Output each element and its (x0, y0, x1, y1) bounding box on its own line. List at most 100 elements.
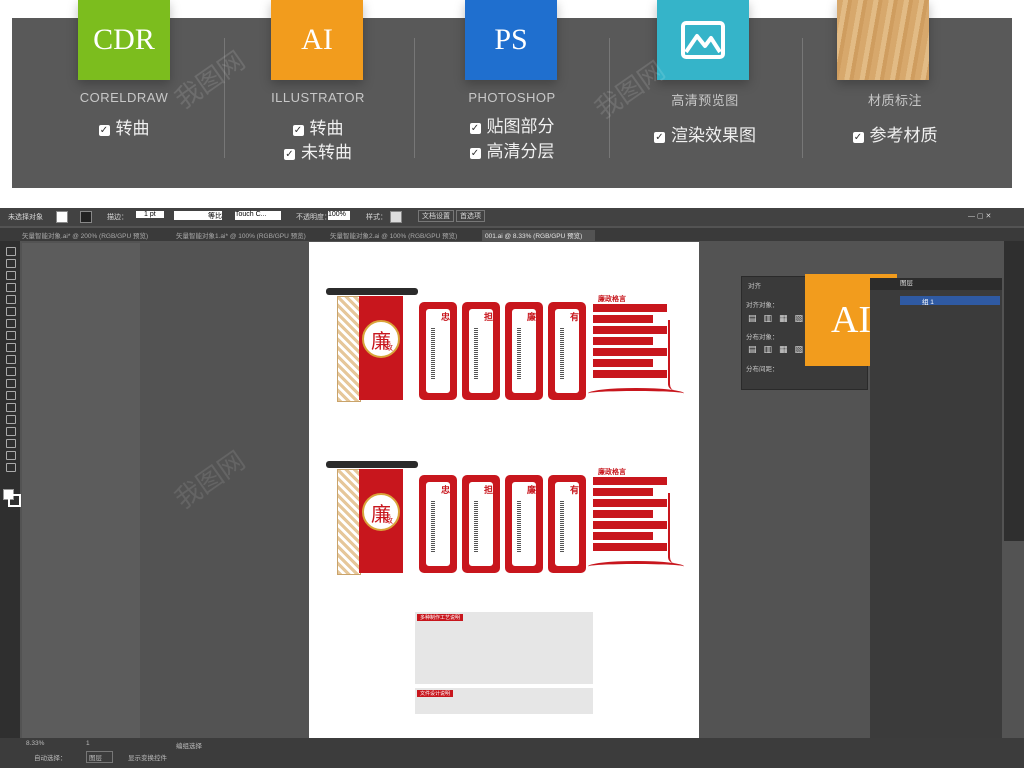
motto-bar (593, 348, 667, 356)
selection-status: 未选择对象 (8, 214, 43, 221)
format-title: 材质标注 (867, 93, 922, 108)
format-title: PHOTOSHOP (468, 90, 556, 105)
rotate-tool-icon[interactable] (6, 343, 16, 352)
frame-text-lines (517, 328, 521, 380)
preferences-button[interactable]: 首选项 (456, 210, 485, 222)
distribute-objects-label: 分布对象： (746, 334, 779, 341)
zoom-tool-icon[interactable] (6, 463, 16, 472)
frame-title: 担 (483, 312, 493, 321)
zoom-level[interactable]: 8.33% (26, 740, 44, 747)
eyedropper-tool-icon[interactable] (6, 403, 16, 412)
checkbox-checked-icon: ✓ (852, 132, 864, 143)
checkbox-checked-icon: ✓ (469, 123, 481, 134)
type-tool-icon[interactable] (6, 331, 16, 340)
blend-tool-icon[interactable] (6, 415, 16, 424)
format-option: ✓ 未转曲 (284, 143, 352, 163)
stroke-label: 描边： (107, 214, 128, 221)
motto-bar (593, 304, 667, 312)
window-controls[interactable]: — ▢ ✕ (968, 212, 991, 220)
stroke-swatch[interactable] (80, 211, 92, 223)
frame-title: 忠 (440, 485, 450, 494)
gradient-tool-icon[interactable] (6, 391, 16, 400)
motto-bar (593, 477, 667, 485)
format-option: ✓ 参考材质 (852, 126, 938, 146)
frame-text-lines (474, 501, 478, 553)
distribute-spacing-label: 分布间距： (746, 366, 779, 373)
frame-title: 担 (483, 485, 493, 494)
rectangle-tool-icon[interactable] (6, 307, 16, 316)
tab-document-active[interactable]: 001.ai @ 8.33% (RGB/GPU 预览) (482, 230, 595, 241)
curvature-tool-icon[interactable] (6, 295, 16, 304)
layer-row-group[interactable]: 组 1 (900, 296, 1000, 306)
document-setup-button[interactable]: 文档设置 (418, 210, 454, 222)
brush-select[interactable]: Touch C... (235, 211, 281, 220)
bamboo-decoration (668, 493, 684, 563)
motto-bar (593, 337, 653, 345)
motto-bar (593, 488, 653, 496)
lian-sub: 政 (385, 516, 393, 525)
stroke-profile-select[interactable]: 等比 (174, 211, 222, 220)
wood-texture-icon (837, 0, 929, 80)
right-dock (1004, 241, 1024, 541)
format-option: ✓ 高清分层 (469, 142, 555, 162)
tools-panel (0, 241, 21, 741)
tab-document-3[interactable]: 矢量智能对象2.ai @ 100% (RGB/GPU 预览) (330, 230, 475, 241)
layers-panel: 图层 组 1 (870, 278, 1002, 738)
show-transform-checkbox[interactable]: 显示变换控件 (128, 752, 167, 762)
lian-sub: 政 (385, 343, 393, 352)
direct-selection-tool-icon[interactable] (6, 259, 16, 268)
hand-tool-icon[interactable] (6, 451, 16, 460)
stroke-weight-input[interactable]: 1 pt (136, 211, 164, 218)
pasteboard (22, 243, 140, 739)
frame-title: 廉 (526, 312, 536, 321)
auto-select-dropdown[interactable]: 图层 (86, 751, 113, 763)
scale-tool-icon[interactable] (6, 367, 16, 376)
magic-wand-tool-icon[interactable] (6, 271, 16, 280)
selection-tool-icon[interactable] (6, 247, 16, 256)
layers-panel-title: 图层 (870, 278, 1002, 290)
format-option: ✓ 贴图部分 (469, 117, 555, 137)
frame-title: 有 (569, 485, 579, 494)
frame-title: 忠 (440, 312, 450, 321)
shape-builder-tool-icon[interactable] (6, 379, 16, 388)
motto-bar (593, 543, 667, 551)
style-label: 样式： (366, 214, 387, 221)
document-tabs: 矢量智能对象.ai* @ 200% (RGB/GPU 预览) 矢量智能对象1.a… (0, 228, 1024, 241)
format-option: ✓ 转曲 (98, 119, 150, 139)
frame-text-lines (517, 501, 521, 553)
divider (414, 38, 415, 158)
stroke-color-icon[interactable] (8, 494, 21, 507)
lian-medallion: 廉 (362, 493, 400, 531)
artboard-number[interactable]: 1 (86, 740, 90, 747)
motto-bar (593, 315, 653, 323)
paintbrush-tool-icon[interactable] (6, 319, 16, 328)
motto-bar (593, 359, 653, 367)
status-bar: 8.33% 1 编组选择 自动选择： 图层 显示变换控件 (0, 738, 1024, 768)
cdr-tile: CDR (78, 0, 170, 80)
checkbox-checked-icon: ✓ (292, 125, 304, 136)
lattice-panel (337, 469, 361, 575)
opacity-input[interactable]: 100% (328, 211, 350, 220)
pen-tool-icon[interactable] (6, 283, 16, 292)
wave-base (588, 561, 684, 572)
notes-block: 多种制作工艺说明 文件设计说明 (415, 612, 593, 717)
tab-document-2[interactable]: 矢量智能对象1.ai* @ 100% (RGB/GPU 预览) (176, 230, 322, 241)
format-banner: CDR CORELDRAW ✓ 转曲 AI ILLUSTRATOR ✓ 转曲 ✓ 未转… (12, 0, 1012, 188)
opacity-label: 不透明度： (296, 214, 331, 221)
eraser-tool-icon[interactable] (6, 355, 16, 364)
notes-box-2: 文件设计说明 (415, 688, 593, 714)
frame-text-lines (431, 328, 435, 380)
format-option: ✓ 渲染效果图 (654, 126, 756, 146)
style-swatch[interactable] (390, 211, 402, 223)
align-panel-title: 对齐 (748, 283, 761, 290)
format-title: ILLUSTRATOR (271, 90, 365, 105)
symbol-sprayer-tool-icon[interactable] (6, 427, 16, 436)
frame-title: 廉 (526, 485, 536, 494)
notes-title: 多种制作工艺说明 (417, 614, 464, 621)
fill-swatch[interactable] (56, 211, 68, 223)
artboard-tool-icon[interactable] (6, 439, 16, 448)
ps-tile: PS (465, 0, 557, 80)
align-objects-label: 对齐对象： (746, 302, 779, 309)
frame-title: 有 (569, 312, 579, 321)
tab-document-1[interactable]: 矢量智能对象.ai* @ 200% (RGB/GPU 预览) (22, 230, 168, 241)
